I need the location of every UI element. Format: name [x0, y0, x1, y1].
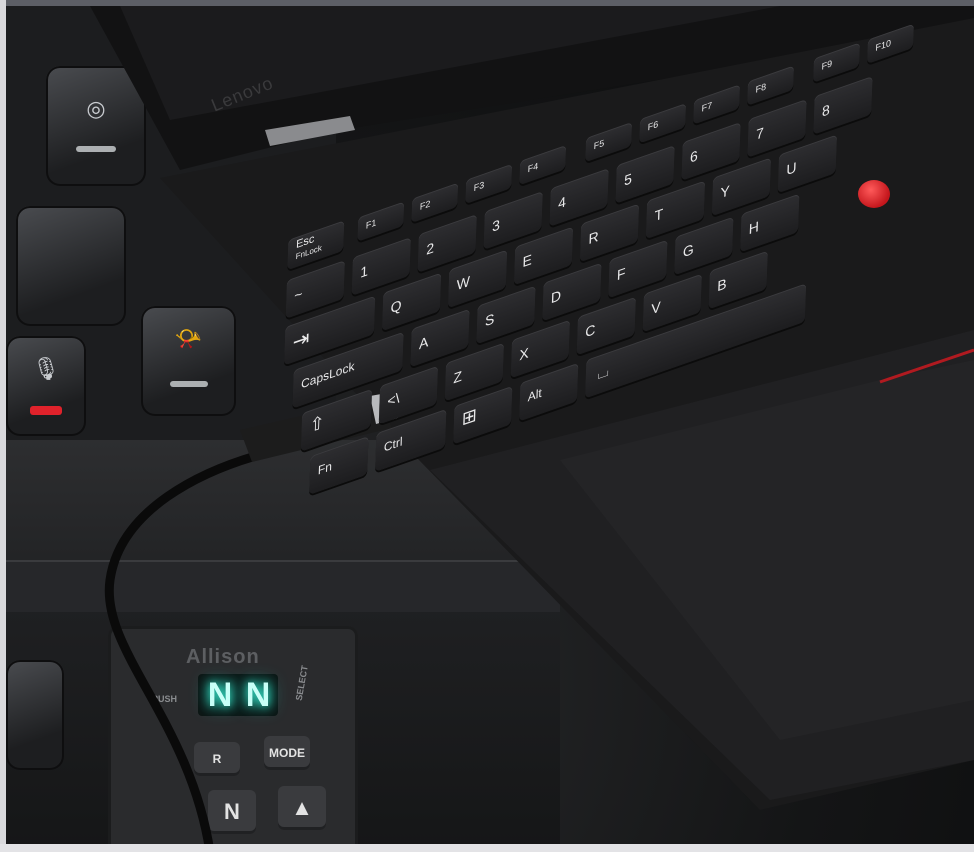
key-shift-label: ⇧ — [309, 411, 325, 437]
key-f9[interactable]: F9 — [813, 42, 860, 83]
up-arrow-icon: ▲ — [291, 795, 313, 820]
key-f8[interactable]: F8 — [747, 65, 794, 106]
key-f3[interactable]: F3 — [465, 163, 513, 205]
gear-display-right: N — [245, 676, 271, 714]
rocker-switch-lower[interactable] — [6, 660, 64, 770]
key-a-label: A — [418, 333, 429, 353]
key-8-label: 8 — [821, 100, 831, 120]
key-f7-label: F7 — [701, 99, 713, 114]
mic-icon: 🎙 — [32, 356, 60, 381]
circle-icon: ◎ — [86, 96, 106, 121]
horn-icon: 📯 — [174, 326, 203, 351]
key-f4-label: F4 — [527, 160, 539, 175]
photo-left-edge — [0, 0, 6, 852]
shifter-left-label: PUSH — [152, 694, 178, 704]
key-f5[interactable]: F5 — [585, 121, 633, 163]
key-capslock-label: CapsLock — [300, 358, 355, 392]
key-c-label: C — [585, 320, 596, 341]
key-e-label: E — [522, 250, 533, 271]
key-space-label: ⌴ — [597, 362, 610, 383]
key-backtick-label: ~ — [294, 284, 303, 304]
key-f1[interactable]: F1 — [357, 201, 405, 242]
key-s-label: S — [484, 309, 495, 330]
key-r-label: R — [588, 227, 599, 248]
key-h-label: H — [748, 217, 760, 238]
key-fn-label: Fn — [317, 458, 333, 478]
key-f1-label: F1 — [365, 217, 377, 231]
red-indicator-light — [30, 406, 62, 415]
key-2-label: 2 — [425, 238, 435, 258]
key-f6[interactable]: F6 — [639, 103, 687, 144]
key-w-label: W — [456, 272, 471, 294]
key-f2[interactable]: F2 — [411, 182, 459, 223]
key-tab-label: ⇥ — [292, 326, 310, 355]
key-4-label: 4 — [557, 192, 567, 212]
gear-display-left: N — [207, 676, 233, 714]
key-b-label: B — [716, 274, 727, 295]
shifter-right-label: SELECT — [293, 664, 310, 702]
key-1-label: 1 — [360, 261, 369, 281]
up-arrow-button[interactable]: ▲ — [278, 786, 326, 830]
key-f-label: F — [616, 264, 626, 284]
neutral-button[interactable]: N — [208, 790, 256, 834]
key-f10-label: F10 — [875, 37, 892, 54]
photo-scene: ◎ 🎙 📯 Allison PUSH SELECT N N R MODE N ▲ — [0, 0, 974, 852]
switch-indicator — [76, 146, 116, 152]
key-f9-label: F9 — [821, 58, 833, 72]
shifter-r-button[interactable]: R — [194, 742, 240, 776]
trackpoint-nub[interactable] — [858, 180, 890, 208]
key-f8-label: F8 — [755, 81, 767, 95]
key-u-label: U — [786, 158, 797, 179]
key-f2-label: F2 — [419, 198, 431, 213]
key-f4[interactable]: F4 — [519, 144, 567, 186]
switch-indicator — [169, 381, 208, 387]
key-ctrl-label: Ctrl — [383, 434, 403, 455]
key-7-label: 7 — [755, 123, 765, 143]
rocker-switch-mic[interactable]: 🎙 — [6, 336, 86, 436]
key-8[interactable]: 8 — [813, 76, 873, 135]
key-f3-label: F3 — [473, 179, 485, 194]
key-y-label: Y — [720, 181, 731, 202]
key-f10[interactable]: F10 — [867, 23, 914, 64]
rocker-switch-horn[interactable]: 📯 — [141, 306, 236, 416]
photo-top-edge — [0, 0, 974, 6]
key-6-label: 6 — [689, 146, 699, 166]
photo-bottom-edge — [0, 844, 974, 852]
transmission-shifter: Allison PUSH SELECT N N R MODE N ▲ — [108, 626, 358, 852]
laptop-keyboard: Esc FnLock F1 F2 F3 F4 F5 F6 F7 F8 F9 F1… — [276, 0, 974, 584]
gear-display: N N — [198, 674, 278, 716]
windows-logo-icon: ⊞ — [461, 404, 478, 430]
key-x-label: X — [519, 344, 529, 364]
key-f7[interactable]: F7 — [693, 84, 741, 125]
key-5-label: 5 — [623, 169, 633, 189]
key-f6-label: F6 — [647, 118, 659, 133]
key-alt-label: Alt — [527, 385, 543, 405]
key-3-label: 3 — [491, 215, 501, 235]
key-g-label: G — [682, 240, 695, 261]
shifter-logo: Allison — [186, 646, 260, 668]
rocker-switch-top[interactable]: ◎ — [46, 66, 146, 186]
key-angle-label: <\ — [387, 389, 400, 410]
key-z-label: Z — [453, 367, 463, 387]
rocker-switch-blank[interactable] — [16, 206, 126, 326]
key-f5-label: F5 — [593, 137, 605, 152]
key-q-label: Q — [390, 296, 402, 317]
key-v-label: V — [651, 297, 661, 318]
key-d-label: D — [550, 286, 562, 307]
mode-button[interactable]: MODE — [264, 736, 310, 770]
key-t-label: T — [654, 205, 664, 225]
